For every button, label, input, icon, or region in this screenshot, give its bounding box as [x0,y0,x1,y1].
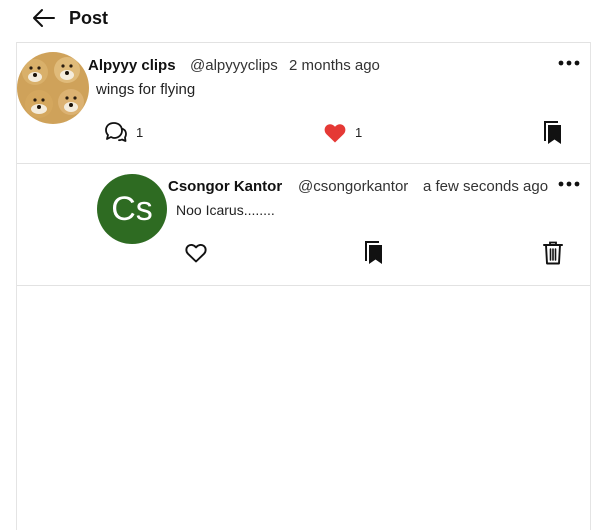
bookmark-button[interactable] [543,120,563,146]
reply-author-name[interactable]: Csongor Kantor [168,178,282,195]
reply-bookmark-button[interactable] [364,240,384,266]
heart-filled-icon [324,124,346,143]
like-count: 1 [355,125,363,140]
post-author-name[interactable]: Alpyyy clips [88,57,176,74]
more-dots-icon [558,60,580,66]
post-more-button[interactable] [557,55,581,71]
post-text: wings for flying [96,81,196,98]
reply-button[interactable] [104,121,128,143]
reply-delete-button[interactable] [542,240,564,266]
reply-timestamp: a few seconds ago [423,178,549,195]
avatar[interactable]: Cs [97,174,167,244]
avatar[interactable] [17,52,89,124]
back-button[interactable] [31,7,57,29]
more-dots-icon [558,181,580,187]
post-timestamp: 2 months ago [289,57,380,74]
reply-like-button[interactable] [184,242,208,264]
page-title: Post [69,8,109,28]
reply-count: 1 [136,125,144,140]
bookmark-icon [544,121,561,144]
heart-outline-icon [185,243,207,263]
bookmark-icon [365,241,382,264]
arrow-left-icon [33,9,55,27]
feed-column: Alpyyy clips @alpyyyclips 2 months ago w… [16,42,591,530]
reply-author-handle[interactable]: @csongorkantor [298,178,408,195]
speech-bubbles-icon [105,122,127,142]
post-author-handle[interactable]: @alpyyyclips [190,57,278,74]
reply-text: Noo Icarus........ [176,202,275,218]
post-card: Alpyyy clips @alpyyyclips 2 months ago w… [17,42,590,164]
like-button[interactable] [323,122,347,144]
header: Post [0,0,615,40]
reply-more-button[interactable] [557,176,581,192]
avatar-image [17,52,89,124]
trash-icon [543,241,563,265]
reply-card: Cs Csongor Kantor @csongorkantor a few s… [17,164,590,286]
